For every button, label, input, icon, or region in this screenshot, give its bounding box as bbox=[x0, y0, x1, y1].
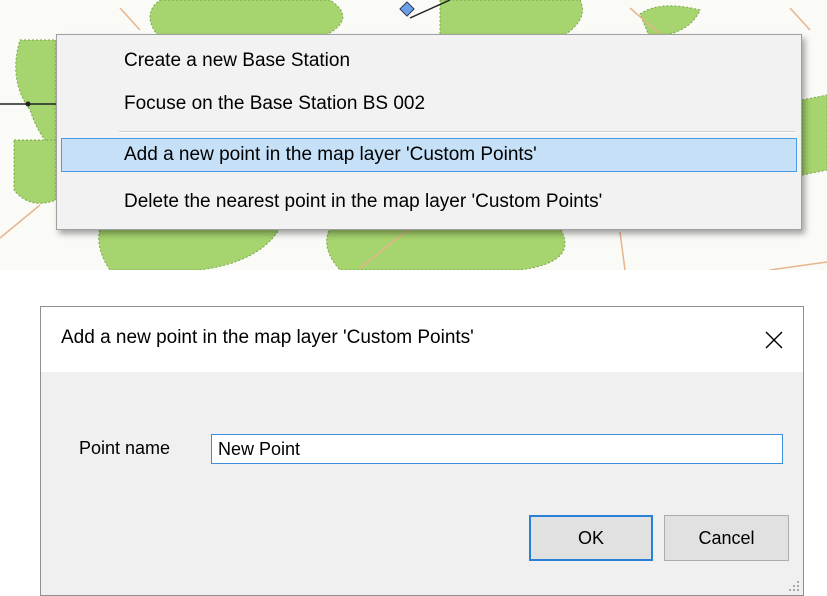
menu-item-create-base-station[interactable]: Create a new Base Station bbox=[61, 44, 797, 78]
dialog-title-bar[interactable]: Add a new point in the map layer 'Custom… bbox=[41, 307, 803, 372]
map-forest-patch bbox=[801, 94, 827, 176]
map-forest-patch bbox=[149, 0, 344, 39]
add-point-dialog: Add a new point in the map layer 'Custom… bbox=[40, 306, 804, 596]
map-road bbox=[769, 261, 827, 270]
map-road bbox=[789, 7, 811, 31]
menu-item-focus-base-station[interactable]: Focuse on the Base Station BS 002 bbox=[61, 87, 797, 121]
resize-grip-icon[interactable] bbox=[788, 580, 800, 592]
map-road bbox=[0, 204, 41, 239]
map-forest-patch bbox=[15, 39, 57, 151]
map-forest-patch bbox=[13, 139, 57, 204]
point-name-label: Point name bbox=[79, 438, 171, 458]
menu-item-add-point[interactable]: Add a new point in the map layer 'Custom… bbox=[61, 138, 797, 172]
ok-button[interactable]: OK bbox=[529, 515, 653, 561]
map-road bbox=[619, 231, 626, 270]
map-forest-patch bbox=[98, 227, 281, 270]
map-track-node bbox=[25, 101, 31, 107]
menu-separator bbox=[119, 131, 795, 133]
context-menu: Create a new Base Station Focuse on the … bbox=[56, 34, 802, 230]
cancel-button[interactable]: Cancel bbox=[664, 515, 789, 561]
map-marker bbox=[399, 1, 415, 17]
point-name-input[interactable] bbox=[211, 434, 783, 464]
close-icon bbox=[765, 331, 783, 348]
menu-item-delete-nearest-point[interactable]: Delete the nearest point in the map laye… bbox=[61, 185, 797, 219]
close-button[interactable] bbox=[745, 307, 803, 372]
dialog-title: Add a new point in the map layer 'Custom… bbox=[61, 327, 474, 348]
map-road bbox=[119, 7, 141, 31]
map-forest-patch bbox=[439, 0, 583, 39]
map-forest-patch bbox=[326, 227, 566, 270]
